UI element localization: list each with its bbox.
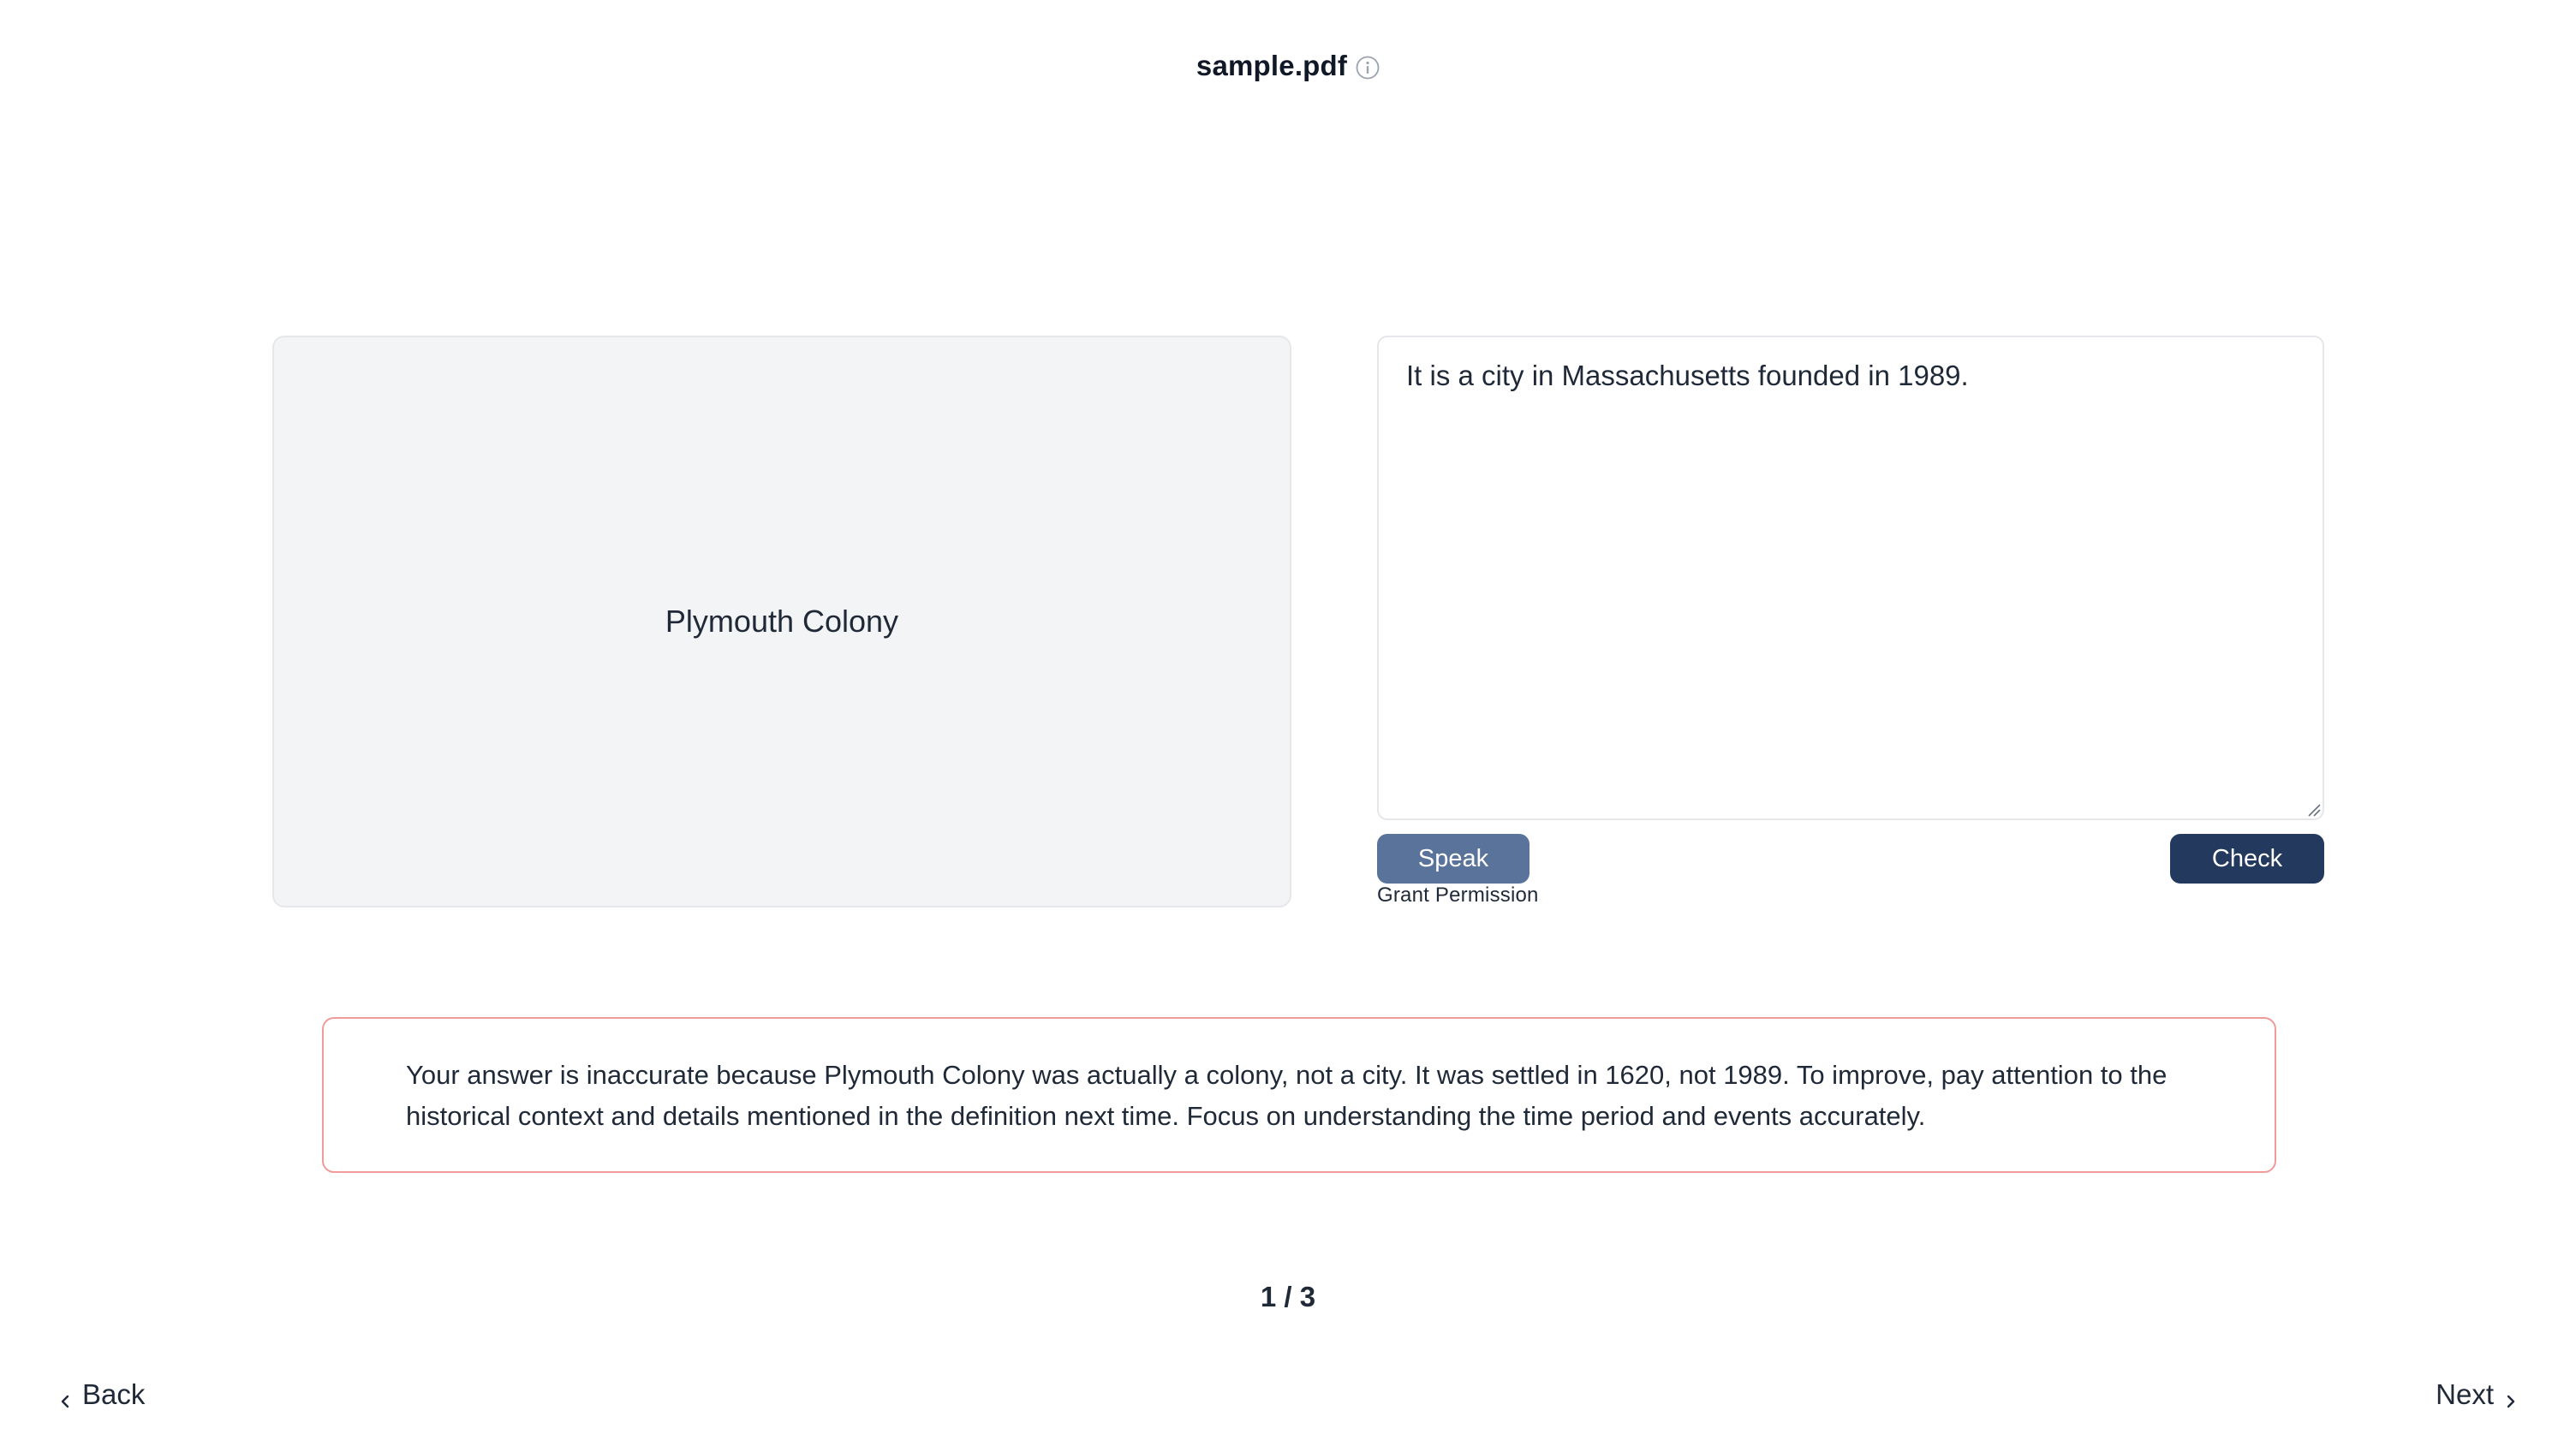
flashcard-term-card[interactable]: Plymouth Colony <box>272 336 1291 908</box>
chevron-left-icon <box>58 1385 72 1408</box>
resize-handle-icon[interactable] <box>2305 801 2321 817</box>
speak-button[interactable]: Speak <box>1377 834 1530 884</box>
answer-textarea[interactable] <box>1377 336 2324 820</box>
back-label: Back <box>82 1378 146 1410</box>
next-button[interactable]: Next <box>2436 1378 2518 1411</box>
card-counter: 1 / 3 <box>1260 1281 1316 1312</box>
back-button[interactable]: Back <box>58 1378 145 1411</box>
header: sample.pdf <box>0 50 2576 82</box>
feedback-text: Your answer is inaccurate because Plymou… <box>406 1060 2168 1131</box>
info-icon[interactable] <box>1356 56 1380 80</box>
flashcard-page: sample.pdf Plymouth Colony Speak Grant P… <box>0 0 2576 1452</box>
flashcard-term: Plymouth Colony <box>665 604 899 639</box>
feedback-box: Your answer is inaccurate because Plymou… <box>322 1017 2276 1173</box>
chevron-right-icon <box>2504 1385 2518 1408</box>
file-title: sample.pdf <box>1196 50 1348 81</box>
check-button[interactable]: Check <box>2170 834 2324 884</box>
grant-permission-link[interactable]: Grant Permission <box>1377 884 1539 908</box>
next-label: Next <box>2436 1378 2494 1410</box>
